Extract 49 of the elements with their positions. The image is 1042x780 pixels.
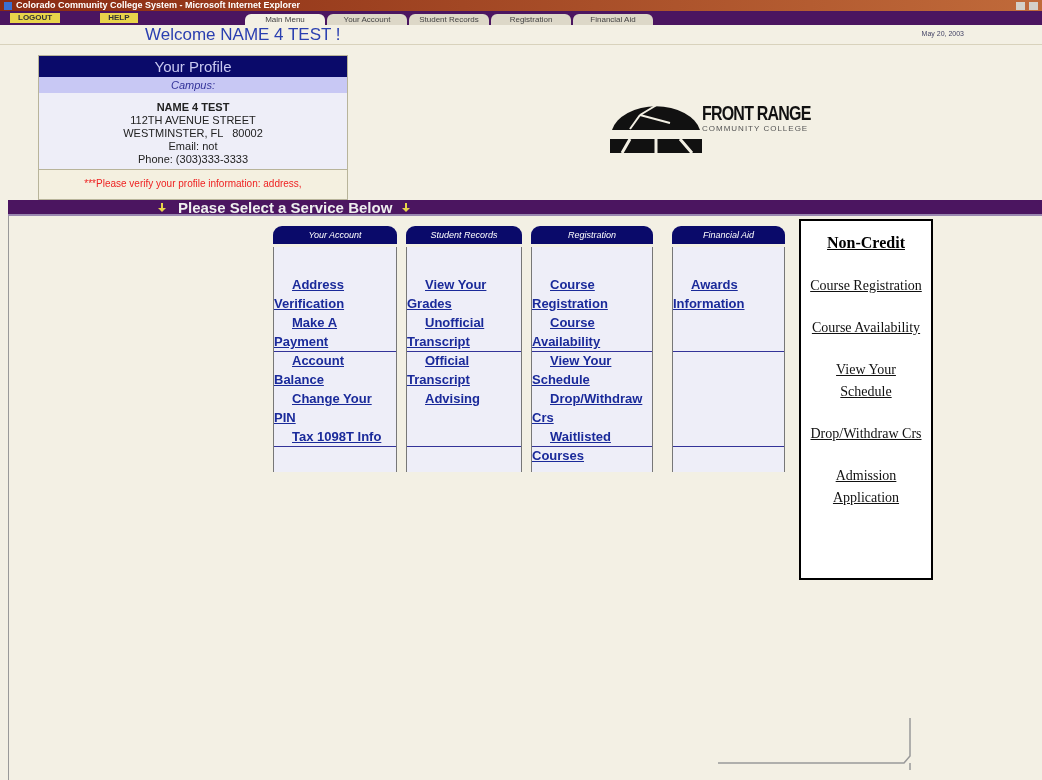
service-link[interactable]: Unofficial Transcript [407,313,509,351]
logo-subtitle: COMMUNITY COLLEGE [702,123,810,135]
tab[interactable]: Your Account [327,14,407,25]
column-header: Registration [531,226,653,244]
welcome-heading: Welcome NAME 4 TEST ! [145,26,341,43]
service-link[interactable]: Advising [407,389,509,408]
non-credit-title: Non-Credit [827,233,905,253]
profile-line: Phone: (303)333-3333 [137,153,249,166]
profile-line: 112TH AVENUE STREET [130,114,256,127]
nav-button[interactable]: LOGOUT [10,13,61,23]
column-header: Financial Aid [672,226,785,244]
non-credit-link[interactable]: Drop/Withdraw Crs [810,423,922,445]
service-link[interactable]: Course Registration [532,275,640,313]
tab[interactable]: Student Records [409,14,489,25]
non-credit-link[interactable]: Admission Application [801,465,931,509]
service-link[interactable]: Official Transcript [407,351,509,389]
column-header: Student Records [406,226,522,244]
profile-line: WESTMINSTER, FL 80002 [123,127,263,140]
student-name: NAME 4 TEST [156,101,230,114]
column-header: Your Account [273,226,397,244]
tab[interactable]: Registration [491,14,571,25]
non-credit-link[interactable]: View Your Schedule [801,359,931,403]
logo-name: FRONT RANGE [702,103,811,123]
maximize-button[interactable] [1029,1,1038,10]
nav-button[interactable]: HELP [100,13,138,23]
banner-text: Please Select a Service Below [178,199,393,215]
down-arrow-icon [158,202,166,212]
service-link[interactable]: Address Verification [274,275,384,313]
campus-label: Campus: [39,77,347,93]
tab[interactable]: Financial Aid [573,14,653,25]
service-link[interactable]: View Your Grades [407,275,509,313]
service-link[interactable]: Course Availability [532,313,640,351]
minimize-button[interactable] [1016,1,1025,10]
service-link[interactable]: Account Balance [274,351,384,389]
tab[interactable]: Main Menu [245,14,325,25]
profile-title: Your Profile [39,56,347,77]
non-credit-link[interactable]: Course Availability [811,317,921,339]
down-arrow-icon [402,202,411,212]
service-link[interactable]: Tax 1098T Info [274,427,384,446]
non-credit-link[interactable]: Course Registration [810,275,922,297]
service-link[interactable]: Make A Payment [274,313,384,351]
service-link[interactable]: Change Your PIN [274,389,384,427]
profile-line: Email: not [168,140,218,153]
service-link[interactable]: Awards Information [673,275,772,313]
service-link[interactable]: View Your Schedule [532,351,640,389]
window-title: Colorado Community College System - Microsoft Internet Explorer [16,1,302,10]
service-link[interactable]: Waitlisted Courses [532,427,640,465]
browser-icon [4,1,12,10]
verify-warning: ***Please verify your profile information: address, [84,178,302,189]
